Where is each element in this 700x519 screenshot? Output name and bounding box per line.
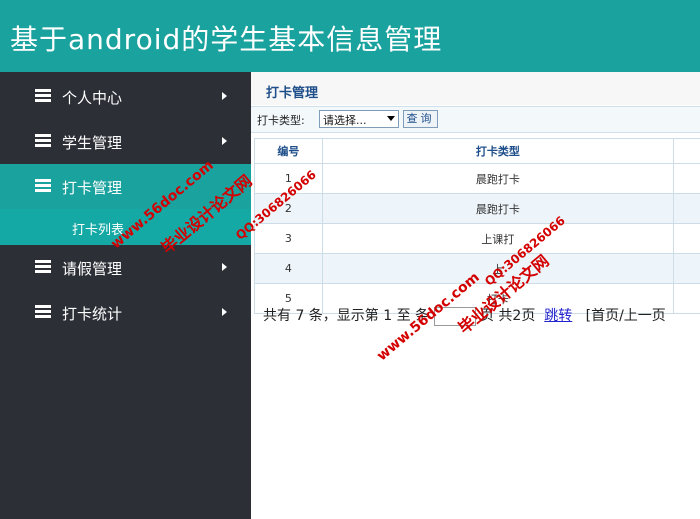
cell-extra [673,223,700,254]
cell-type: 晨跑打卡 [321,163,675,194]
dropdown-arrow-icon [387,116,395,121]
sidebar-item-checkin-management[interactable]: 打卡管理 [0,164,251,209]
sidebar-subitem-checkin-list[interactable]: 打卡列表 [0,209,251,245]
sidebar-subitem-label: 打卡列表 [72,223,125,238]
sidebar-item-personal-center[interactable]: 个人中心 [0,74,251,119]
app-title: 基于android的学生基本信息管理 [10,23,443,56]
page-title: 打卡管理 [266,86,319,101]
stack-icon [35,260,51,274]
checkin-type-select[interactable]: 请选择... [319,110,399,128]
pagination: 共有 7 条，显示第 1 至 条 页 共2页 跳转 [首页/上一页 [263,305,666,326]
table-row[interactable]: 1 晨跑打卡 [254,163,700,194]
pager-summary: 共有 7 条，显示第 1 至 [263,308,411,324]
column-header-type[interactable]: 打卡类型 [321,138,675,164]
sidebar-item-label: 个人中心 [62,89,123,107]
pager-unit: 条 [415,308,430,324]
stack-icon [35,305,51,319]
checkin-table: 编号 打卡类型 1 晨跑打卡 2 晨跑打卡 3 上课打 4 上 5 打卡 [254,138,700,314]
chevron-right-icon [222,137,227,145]
page-title-bar: 打卡管理 [251,72,700,105]
chevron-right-icon [222,308,227,316]
sidebar-item-label: 请假管理 [62,260,123,278]
search-bar: 打卡类型: 请选择... 查询 [251,106,700,133]
sidebar-item-student-management[interactable]: 学生管理 [0,119,251,164]
cell-extra [673,163,700,194]
sidebar-item-label: 打卡管理 [62,179,123,197]
sidebar-item-label: 打卡统计 [62,305,123,323]
select-value: 请选择... [323,114,367,127]
cell-id: 2 [254,193,323,224]
cell-type: 上 [321,253,675,284]
chevron-right-icon [222,263,227,271]
sidebar-item-label: 学生管理 [62,134,123,152]
sidebar-item-checkin-statistics[interactable]: 打卡统计 [0,290,251,335]
pager-total: 页 共2页 [479,308,536,324]
stack-icon [35,89,51,103]
table-header-row: 编号 打卡类型 [254,138,700,164]
table-row[interactable]: 3 上课打 [254,223,700,254]
table-row[interactable]: 4 上 [254,253,700,284]
cell-extra [673,253,700,284]
column-header-id[interactable]: 编号 [254,138,323,164]
cell-id: 3 [254,223,323,254]
pager-nav[interactable]: [首页/上一页 [586,308,666,324]
page-number-input[interactable] [433,306,476,326]
stack-icon [35,179,51,193]
column-header-extra [673,138,700,164]
cell-id: 1 [254,163,323,194]
jump-link[interactable]: 跳转 [544,308,572,324]
checkin-type-label: 打卡类型: [257,114,305,127]
chevron-right-icon [222,92,227,100]
sidebar-item-leave-management[interactable]: 请假管理 [0,245,251,290]
app-header: 基于android的学生基本信息管理 [0,0,700,72]
query-button[interactable]: 查询 [403,110,438,128]
table-row[interactable]: 2 晨跑打卡 [254,193,700,224]
sidebar: 个人中心 学生管理 打卡管理 打卡列表 请假管理 打卡统计 [0,72,251,519]
cell-type: 上课打 [321,223,675,254]
main-content: 打卡管理 打卡类型: 请选择... 查询 编号 打卡类型 1 晨跑打卡 2 晨跑… [251,72,700,519]
cell-extra [673,283,700,314]
cell-id: 4 [254,253,323,284]
cell-extra [673,193,700,224]
cell-type: 晨跑打卡 [321,193,675,224]
stack-icon [35,134,51,148]
